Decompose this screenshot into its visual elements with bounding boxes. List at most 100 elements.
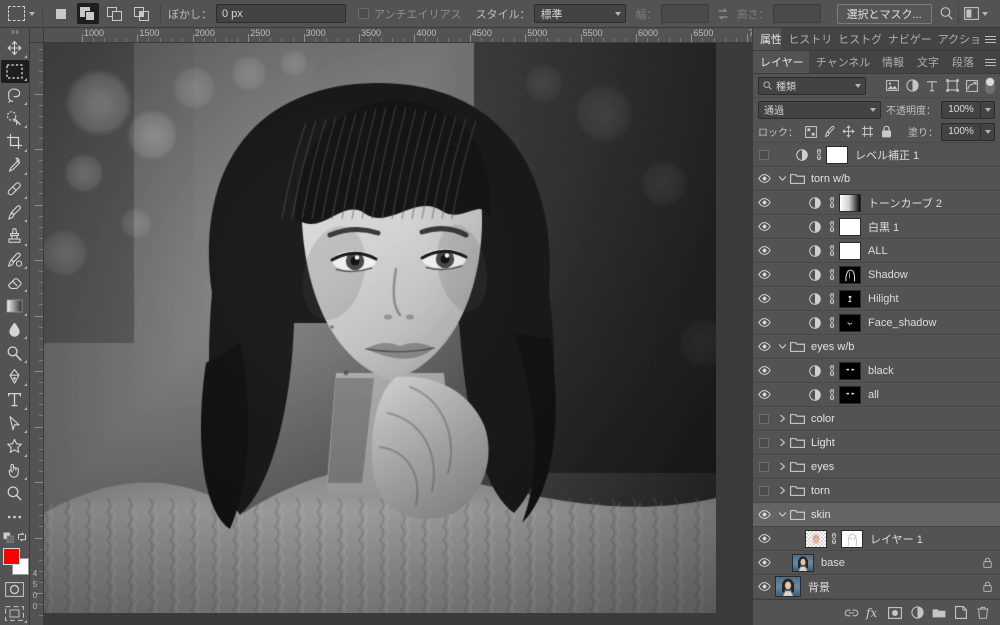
layer-mask-thumbnail[interactable] (839, 313, 861, 332)
layer-row[interactable]: レベル補正 1 (753, 143, 1000, 167)
dodge-tool[interactable] (1, 341, 29, 364)
layer-visibility-eye-icon[interactable] (753, 503, 775, 527)
layer-mask-thumbnail[interactable] (839, 289, 861, 308)
layer-visibility-eye-icon[interactable] (753, 335, 775, 359)
workspace-switcher-button[interactable] (958, 1, 992, 26)
canvas-viewport[interactable] (44, 43, 752, 625)
ruler-corner[interactable] (30, 28, 44, 43)
chevron-down-icon[interactable] (775, 167, 789, 191)
lock-position-icon[interactable] (839, 123, 858, 141)
hand-tool[interactable] (1, 459, 29, 482)
path-selection-tool[interactable] (1, 412, 29, 435)
tab-2[interactable]: ヒストグラ (831, 28, 881, 50)
tab-0[interactable]: レイヤー (753, 51, 809, 73)
lock-all-icon[interactable] (877, 123, 896, 141)
mask-link-icon[interactable] (825, 215, 839, 239)
chevron-down-icon[interactable] (775, 503, 789, 527)
feather-input[interactable]: 0 px (216, 4, 346, 23)
mask-link-icon[interactable] (825, 239, 839, 263)
layer-visibility-eye-icon[interactable] (753, 527, 775, 551)
chevron-down-icon[interactable] (775, 335, 789, 359)
chevron-right-icon[interactable] (775, 479, 789, 503)
new-selection-button[interactable] (50, 3, 72, 24)
gradient-tool[interactable] (1, 294, 29, 317)
layer-row[interactable]: skin (753, 503, 1000, 527)
layer-visibility-eye-icon[interactable] (753, 215, 775, 239)
panel-menu-icon[interactable] (980, 51, 1000, 73)
panel-grip[interactable] (0, 28, 29, 36)
mask-link-icon[interactable] (825, 263, 839, 287)
mask-link-icon[interactable] (825, 359, 839, 383)
layer-thumbnail[interactable] (792, 553, 814, 572)
pen-tool[interactable] (1, 365, 29, 388)
layer-visibility-toggle[interactable] (753, 143, 775, 167)
layer-mask-thumbnail[interactable] (839, 193, 861, 212)
layer-row[interactable]: torn (753, 479, 1000, 503)
link-layers-icon[interactable] (840, 602, 862, 624)
mask-link-icon[interactable] (825, 383, 839, 407)
mask-link-icon[interactable] (825, 311, 839, 335)
layer-visibility-eye-icon[interactable] (753, 263, 775, 287)
intersect-with-selection-button[interactable] (131, 3, 153, 24)
tab-3[interactable]: 文字 (910, 51, 945, 73)
mask-link-icon[interactable] (827, 527, 841, 551)
move-tool[interactable] (1, 36, 29, 59)
fill-stepper[interactable] (981, 122, 995, 141)
opacity-input[interactable]: 100% (941, 100, 981, 119)
mask-link-icon[interactable] (825, 191, 839, 215)
chevron-right-icon[interactable] (775, 455, 789, 479)
layer-mask-thumbnail[interactable] (839, 217, 861, 236)
height-input[interactable] (772, 4, 821, 23)
mask-link-icon[interactable] (812, 143, 826, 167)
layer-mask-thumbnail[interactable] (839, 385, 861, 404)
tab-3[interactable]: ナビゲータ (881, 28, 931, 50)
eraser-tool[interactable] (1, 271, 29, 294)
custom-shape-tool[interactable] (1, 435, 29, 458)
layer-row[interactable]: eyes (753, 455, 1000, 479)
layer-row[interactable]: torn w/b (753, 167, 1000, 191)
filter-enable-toggle[interactable] (985, 77, 995, 94)
filter-kind-select[interactable]: 種類 (758, 76, 866, 95)
layer-visibility-eye-icon[interactable] (753, 287, 775, 311)
quick-mask-button[interactable] (1, 578, 29, 601)
foreground-color-swatch[interactable] (2, 547, 20, 565)
layer-visibility-toggle[interactable] (753, 431, 775, 455)
layer-row[interactable]: all (753, 383, 1000, 407)
eyedropper-tool[interactable] (1, 154, 29, 177)
layer-visibility-toggle[interactable] (753, 455, 775, 479)
tab-1[interactable]: ヒストリー (781, 28, 831, 50)
layer-row[interactable]: レイヤー 1 (753, 527, 1000, 551)
layer-thumbnail[interactable] (775, 576, 801, 597)
history-brush-tool[interactable] (1, 248, 29, 271)
blur-tool[interactable] (1, 318, 29, 341)
quick-selection-tool[interactable] (1, 107, 29, 130)
antialias-checkbox[interactable] (358, 8, 369, 19)
swap-colors-icon[interactable] (17, 532, 27, 542)
screen-mode-button[interactable] (1, 602, 29, 625)
lock-artboard-nesting-icon[interactable] (858, 123, 877, 141)
fill-input[interactable]: 100% (941, 122, 981, 141)
layer-mask-thumbnail[interactable] (839, 241, 861, 260)
search-icon[interactable] (934, 2, 958, 26)
spot-healing-brush-tool[interactable] (1, 177, 29, 200)
new-adjustment-layer-icon[interactable] (906, 602, 928, 624)
chevron-right-icon[interactable] (775, 407, 789, 431)
layer-row[interactable]: 背景 (753, 575, 1000, 599)
add-layer-mask-icon[interactable] (884, 602, 906, 624)
layer-row[interactable]: Shadow (753, 263, 1000, 287)
filter-type-icon[interactable] (922, 77, 942, 95)
layer-thumbnail[interactable] (805, 529, 827, 548)
layer-row[interactable]: color (753, 407, 1000, 431)
default-colors-icon[interactable] (2, 532, 14, 543)
crop-tool[interactable] (1, 130, 29, 153)
layer-row[interactable]: トーンカーブ 2 (753, 191, 1000, 215)
filter-smart-object-icon[interactable] (962, 77, 982, 95)
tab-4[interactable]: アクション (931, 28, 980, 50)
lock-image-pixels-icon[interactable] (820, 123, 839, 141)
filter-shape-icon[interactable] (942, 77, 962, 95)
subtract-from-selection-button[interactable] (104, 3, 126, 24)
lock-transparent-pixels-icon[interactable] (801, 123, 820, 141)
document-canvas[interactable] (44, 43, 716, 613)
layer-visibility-eye-icon[interactable] (753, 191, 775, 215)
filter-pixel-icon[interactable] (882, 77, 902, 95)
